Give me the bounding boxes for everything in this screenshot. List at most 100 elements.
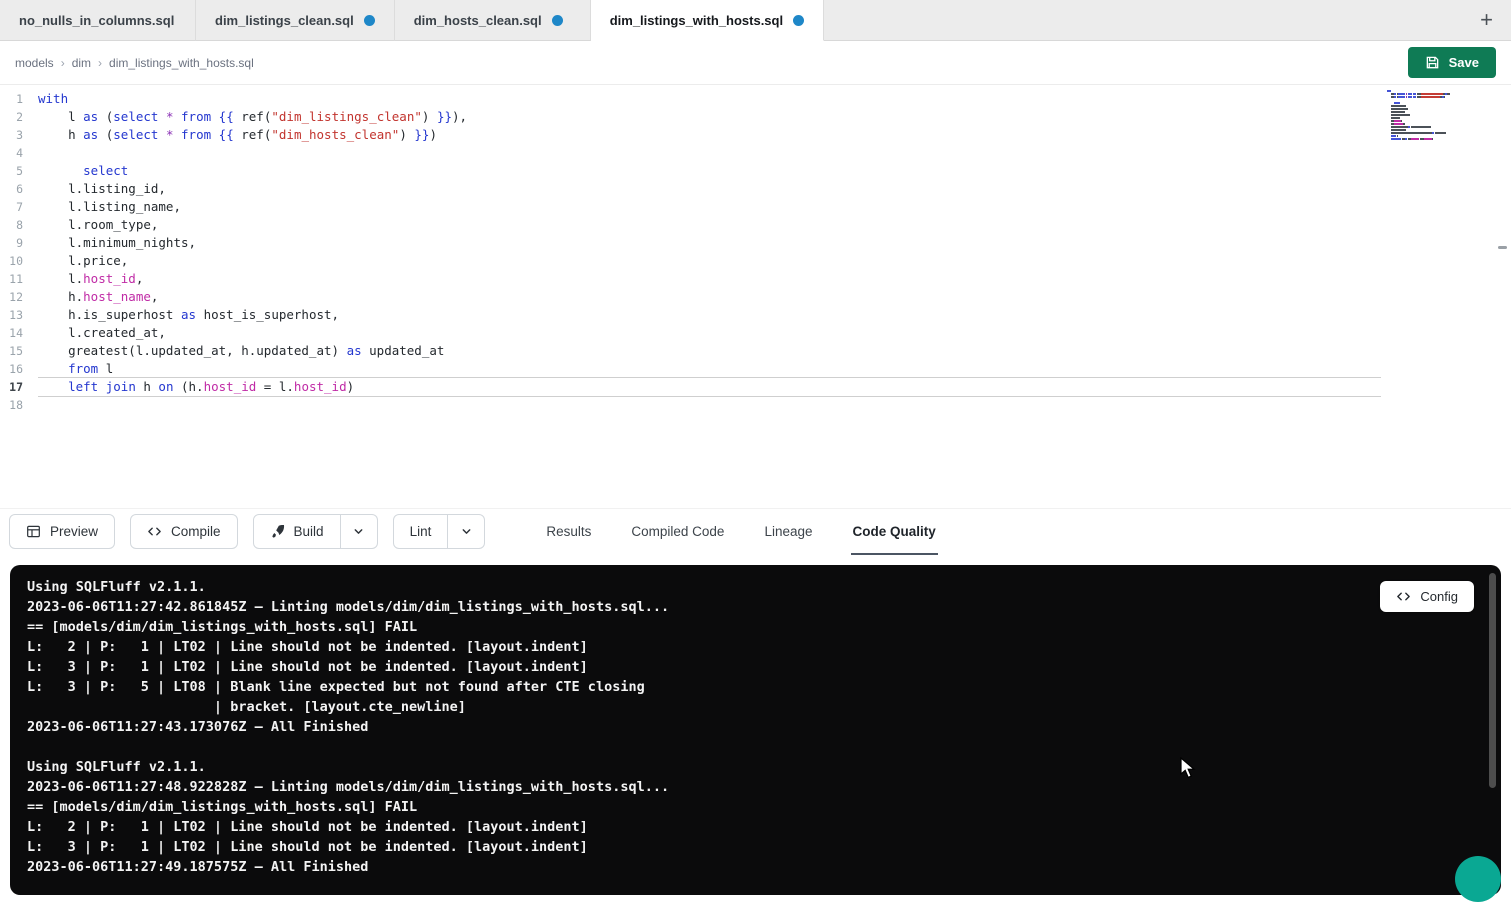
code-line[interactable]: 17 left join h on (h.host_id = l.host_id… (0, 378, 1381, 396)
unsaved-changes-dot (364, 15, 375, 26)
new-tab-button[interactable]: + (1472, 9, 1501, 31)
code-line[interactable]: 2 l as (select * from {{ ref("dim_listin… (0, 108, 1381, 126)
minimap-line (1387, 90, 1465, 92)
file-tab-bar: no_nulls_in_columns.sql dim_listings_clea… (0, 0, 1511, 41)
line-number: 16 (0, 360, 38, 378)
code-line[interactable]: 18 (0, 396, 1381, 414)
file-tab[interactable]: dim_hosts_clean.sql (395, 0, 591, 41)
code-line[interactable]: 15 greatest(l.updated_at, h.updated_at) … (0, 342, 1381, 360)
chevron-down-icon (353, 526, 364, 537)
code-editor[interactable]: 1with2 l as (select * from {{ ref("dim_l… (0, 86, 1511, 508)
terminal-output: Using SQLFluff v2.1.1.2023-06-06T11:27:4… (10, 565, 1501, 889)
compile-button-group: Compile (130, 514, 238, 549)
preview-grid-icon (26, 524, 41, 539)
compile-button[interactable]: Compile (130, 514, 238, 549)
breadcrumb-separator: › (98, 56, 102, 70)
terminal-line: == [models/dim/dim_listings_with_hosts.s… (27, 617, 1484, 637)
file-tab[interactable]: dim_listings_clean.sql (196, 0, 395, 41)
code-line[interactable]: 12 h.host_name, (0, 288, 1381, 306)
minimap-line (1387, 123, 1465, 125)
code-line[interactable]: 4 (0, 144, 1381, 162)
line-number: 7 (0, 198, 38, 216)
line-number: 1 (0, 90, 38, 108)
code-line[interactable]: 11 l.host_id, (0, 270, 1381, 288)
terminal-scrollbar-thumb[interactable] (1489, 573, 1496, 788)
build-button[interactable]: Build (253, 514, 341, 549)
line-number: 14 (0, 324, 38, 342)
preview-button-group: Preview (9, 514, 115, 549)
breadcrumb-item[interactable]: dim_listings_with_hosts.sql (109, 56, 254, 70)
build-dropdown-button[interactable] (341, 514, 378, 549)
breadcrumb-bar: models › dim › dim_listings_with_hosts.sql S… (0, 41, 1511, 85)
editor-toolbar-buttons: Preview Compile Build Lint (9, 514, 500, 549)
minimap-line (1387, 129, 1465, 131)
terminal-line: 2023-06-06T11:27:42.861845Z — Linting mo… (27, 597, 1484, 617)
terminal-line: 2023-06-06T11:27:49.187575Z — All Finish… (27, 857, 1484, 877)
code-line[interactable]: 10 l.price, (0, 252, 1381, 270)
file-tab[interactable]: dim_listings_with_hosts.sql (591, 0, 824, 41)
code-line[interactable]: 8 l.room_type, (0, 216, 1381, 234)
rocket-icon (270, 524, 285, 539)
breadcrumb: models › dim › dim_listings_with_hosts.sql (15, 56, 254, 70)
config-label: Config (1420, 589, 1458, 604)
panel-tab-results[interactable]: Results (544, 509, 593, 555)
panel-tab-code-quality[interactable]: Code Quality (851, 509, 938, 555)
terminal-line: == [models/dim/dim_listings_with_hosts.s… (27, 797, 1484, 817)
minimap-line (1387, 102, 1465, 104)
tab-bar-filler: + (824, 0, 1511, 41)
config-button[interactable]: Config (1380, 581, 1474, 612)
results-tab-bar: Results Compiled Code Lineage Code Quality (544, 509, 937, 555)
terminal-line: | bracket. [layout.cte_newline] (27, 697, 1484, 717)
lint-button-group: Lint (393, 514, 486, 549)
breadcrumb-item[interactable]: dim (72, 56, 91, 70)
editor-lines: 1with2 l as (select * from {{ ref("dim_l… (0, 90, 1381, 414)
unsaved-changes-dot (552, 15, 563, 26)
file-tab[interactable]: no_nulls_in_columns.sql (0, 0, 196, 41)
save-label: Save (1449, 55, 1479, 70)
code-line[interactable]: 16 from l (0, 360, 1381, 378)
code-line[interactable]: 9 l.minimum_nights, (0, 234, 1381, 252)
terminal-line: L: 3 | P: 1 | LT02 | Line should not be … (27, 657, 1484, 677)
code-line[interactable]: 1with (0, 90, 1381, 108)
minimap-line (1387, 93, 1465, 95)
lint-dropdown-button[interactable] (448, 514, 485, 549)
chat-launcher-button[interactable] (1455, 856, 1501, 902)
panel-tab-compiled-code[interactable]: Compiled Code (629, 509, 726, 555)
line-number: 12 (0, 288, 38, 306)
code-line[interactable]: 7 l.listing_name, (0, 198, 1381, 216)
breadcrumb-item[interactable]: models (15, 56, 54, 70)
code-line[interactable]: 5 select (0, 162, 1381, 180)
terminal-line: 2023-06-06T11:27:43.173076Z — All Finish… (27, 717, 1484, 737)
editor-toolbar: Preview Compile Build Lint Results Compiled … (0, 508, 1511, 554)
minimap-line (1387, 126, 1465, 128)
preview-button[interactable]: Preview (9, 514, 115, 549)
minimap[interactable] (1387, 90, 1465, 144)
panel-tab-lineage[interactable]: Lineage (762, 509, 814, 555)
minimap-line (1387, 120, 1465, 122)
terminal-line: L: 3 | P: 5 | LT08 | Blank line expected… (27, 677, 1484, 697)
terminal-line: L: 2 | P: 1 | LT02 | Line should not be … (27, 637, 1484, 657)
code-line[interactable]: 13 h.is_superhost as host_is_superhost, (0, 306, 1381, 324)
build-label: Build (294, 524, 324, 539)
code-line[interactable]: 14 l.created_at, (0, 324, 1381, 342)
save-button[interactable]: Save (1408, 47, 1496, 78)
minimap-line (1387, 114, 1465, 116)
code-line[interactable]: 3 h as (select * from {{ ref("dim_hosts_… (0, 126, 1381, 144)
breadcrumb-separator: › (61, 56, 65, 70)
line-number: 15 (0, 342, 38, 360)
terminal-line: Using SQLFluff v2.1.1. (27, 577, 1484, 597)
line-number: 2 (0, 108, 38, 126)
minimap-line (1387, 111, 1465, 113)
compile-label: Compile (171, 524, 221, 539)
line-number: 18 (0, 396, 38, 414)
code-line[interactable]: 6 l.listing_id, (0, 180, 1381, 198)
lint-button[interactable]: Lint (393, 514, 449, 549)
line-number: 10 (0, 252, 38, 270)
minimap-line (1387, 108, 1465, 110)
file-tab-label: no_nulls_in_columns.sql (19, 13, 174, 28)
line-number: 13 (0, 306, 38, 324)
terminal-line: L: 3 | P: 1 | LT02 | Line should not be … (27, 837, 1484, 857)
line-number: 8 (0, 216, 38, 234)
code-icon (1396, 589, 1411, 604)
file-tab-label: dim_listings_with_hosts.sql (610, 13, 783, 28)
